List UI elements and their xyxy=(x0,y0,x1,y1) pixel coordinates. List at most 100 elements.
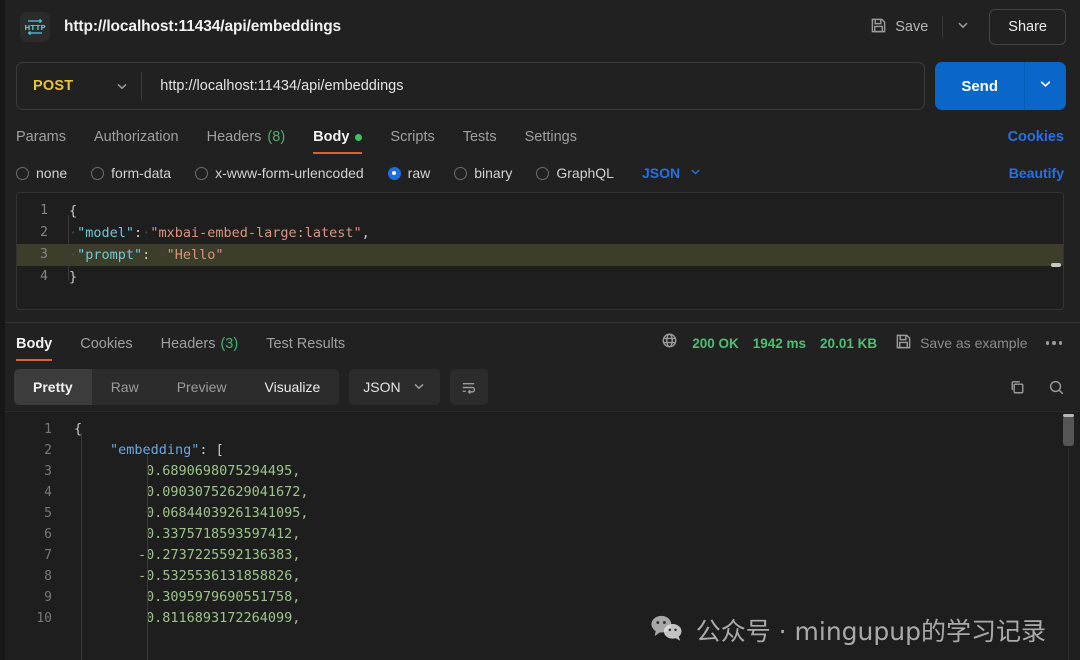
save-options-button[interactable] xyxy=(947,12,979,43)
request-editor-scrollbar[interactable] xyxy=(1051,263,1061,267)
body-type-graphql[interactable]: GraphQL xyxy=(536,165,614,181)
response-format-label: JSON xyxy=(363,379,401,395)
tab-params[interactable]: Params xyxy=(16,129,66,154)
line-content: 0.06844039261341095, xyxy=(146,505,309,521)
send-group: Send xyxy=(935,62,1066,110)
status-code: 200 OK xyxy=(692,335,739,351)
line-number: 9 xyxy=(44,590,52,605)
line-content: 0.8116893172264099, xyxy=(146,610,301,626)
response-size: 20.01 KB xyxy=(820,335,878,351)
globe-icon xyxy=(661,332,678,354)
titlebar-divider xyxy=(942,16,944,38)
response-scrollbar-thumb[interactable] xyxy=(1063,416,1074,446)
response-header: Body Cookies Headers (3) Test Results 20… xyxy=(0,323,1080,363)
tab-headers[interactable]: Headers (8) xyxy=(207,129,286,154)
save-label: Save xyxy=(895,19,929,35)
chevron-down-icon xyxy=(115,79,129,93)
line-content: -0.5325536131858826, xyxy=(138,568,301,584)
response-code: 1 { 2 "embedding": [ 3 0.689069807529449… xyxy=(0,412,1080,629)
body-modified-dot-icon xyxy=(355,133,363,141)
window-edge-strip xyxy=(0,0,5,660)
response-tab-test-results[interactable]: Test Results xyxy=(266,326,345,361)
share-button[interactable]: Share xyxy=(989,9,1066,45)
radio-icon xyxy=(454,166,468,180)
search-icon[interactable] xyxy=(1047,378,1066,397)
floppy-disk-icon xyxy=(870,17,887,38)
text-wrap-icon[interactable] xyxy=(449,369,488,405)
line-number: 1 xyxy=(44,422,52,437)
url-input[interactable] xyxy=(142,63,925,109)
radio-label: binary xyxy=(474,165,513,181)
token: "prompt" xyxy=(77,247,143,263)
body-type-raw[interactable]: raw xyxy=(387,165,430,181)
response-scrollbar-cap xyxy=(1063,414,1074,417)
cookies-link[interactable]: Cookies xyxy=(1008,129,1064,154)
line-number: 4 xyxy=(40,269,48,284)
view-mode-preview[interactable]: Preview xyxy=(158,369,246,405)
line-number: 5 xyxy=(44,506,52,521)
method-label: POST xyxy=(33,78,74,94)
response-line: 8 -0.5325536131858826, xyxy=(0,566,1080,587)
body-type-form-data[interactable]: form-data xyxy=(91,165,171,181)
share-label: Share xyxy=(1008,19,1047,35)
line-number: 10 xyxy=(36,611,52,626)
tab-scripts[interactable]: Scripts xyxy=(390,129,434,154)
tab-settings[interactable]: Settings xyxy=(525,129,577,154)
response-meta: 200 OK 1942 ms 20.01 KB Save as example xyxy=(661,332,1066,354)
tab-tests[interactable]: Tests xyxy=(463,129,497,154)
view-mode-group: Pretty Raw Preview Visualize xyxy=(14,369,340,405)
save-as-example-button[interactable]: Save as example xyxy=(895,333,1028,353)
response-tab-cookies[interactable]: Cookies xyxy=(80,326,132,361)
token: : xyxy=(134,225,143,241)
line-number: 7 xyxy=(44,548,52,563)
response-tab-body[interactable]: Body xyxy=(16,326,53,361)
response-line: 7 -0.2737225592136383, xyxy=(0,545,1080,566)
body-type-urlencoded[interactable]: x-www-form-urlencoded xyxy=(195,165,364,181)
line-content: } xyxy=(61,266,77,288)
response-scrollbar-track xyxy=(1068,448,1069,660)
line-number: 3 xyxy=(44,464,52,479)
line-content: 0.3375718593597412, xyxy=(146,526,301,542)
chevron-down-icon xyxy=(689,165,702,181)
line-content: -0.2737225592136383, xyxy=(138,547,301,563)
tab-body[interactable]: Body xyxy=(313,129,363,154)
method-selector[interactable]: POST xyxy=(17,63,141,109)
token: , xyxy=(361,225,370,241)
copy-icon[interactable] xyxy=(1008,378,1027,397)
line-key: "embedding" xyxy=(110,442,200,458)
postman-window: HTTP http://localhost:11434/api/embeddin… xyxy=(0,0,1080,660)
response-time: 1942 ms xyxy=(752,335,807,351)
ellipsis-icon[interactable] xyxy=(1042,337,1067,349)
view-mode-visualize[interactable]: Visualize xyxy=(246,369,340,405)
radio-label: none xyxy=(36,165,68,181)
send-button[interactable]: Send xyxy=(935,62,1024,110)
beautify-link[interactable]: Beautify xyxy=(1009,165,1064,181)
line-number: 2 xyxy=(44,443,52,458)
body-type-none[interactable]: none xyxy=(16,165,67,181)
save-button[interactable]: Save xyxy=(860,11,938,44)
view-mode-pretty[interactable]: Pretty xyxy=(14,369,92,405)
line-number: 1 xyxy=(40,203,48,218)
tab-label: Cookies xyxy=(80,335,133,352)
response-format-select[interactable]: JSON xyxy=(349,369,440,405)
tab-label: Authorization xyxy=(93,129,179,145)
radio-icon-selected xyxy=(387,166,401,180)
send-options-button[interactable] xyxy=(1024,62,1066,110)
save-as-example-label: Save as example xyxy=(920,335,1028,351)
view-mode-raw[interactable]: Raw xyxy=(92,369,158,405)
line-number: 8 xyxy=(44,569,52,584)
response-body[interactable]: 1 { 2 "embedding": [ 3 0.689069807529449… xyxy=(0,411,1080,660)
request-format-select[interactable]: JSON xyxy=(642,165,702,181)
request-tabs: Params Authorization Headers (8) Body Sc… xyxy=(0,118,1080,154)
body-type-binary[interactable]: binary xyxy=(454,165,512,181)
radio-label: GraphQL xyxy=(556,165,614,181)
indent-guide xyxy=(147,454,148,660)
headers-count: (8) xyxy=(267,129,286,145)
floppy-disk-icon xyxy=(895,333,912,353)
request-body-editor[interactable]: 1 { 2 ·"model":·"mxbai-embed-large:lates… xyxy=(16,192,1064,310)
token: "model" xyxy=(77,225,135,241)
response-tab-headers[interactable]: Headers (3) xyxy=(161,326,239,361)
tab-authorization[interactable]: Authorization xyxy=(94,129,179,154)
radio-icon xyxy=(16,166,29,180)
line-content: { xyxy=(61,200,77,222)
